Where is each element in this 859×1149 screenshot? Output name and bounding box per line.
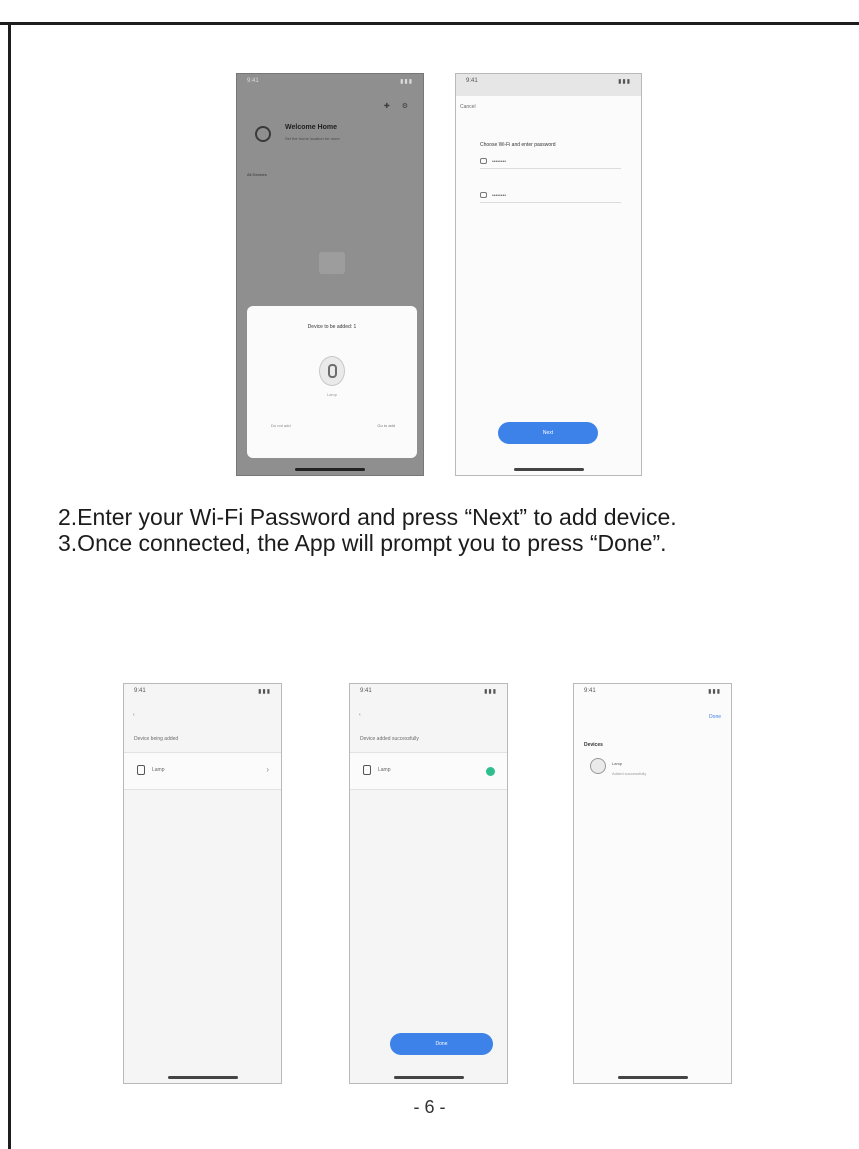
adding-hint: Device being added — [134, 736, 179, 742]
status-bar: 9:41 ▮▮▮ — [456, 74, 641, 96]
signal-icon: ▮▮▮ — [484, 689, 497, 695]
instruction-step-3: 3.Once connected, the App will prompt yo… — [58, 530, 667, 556]
popup-cancel-button: Do not add — [271, 423, 291, 428]
device-icon — [137, 765, 145, 775]
section-label: All Devices — [247, 172, 267, 177]
device-name: Lamp — [612, 761, 623, 766]
device-icon — [319, 356, 345, 386]
chevron-right-icon: › — [266, 765, 269, 774]
signal-icon: ▮▮▮ — [618, 79, 631, 85]
home-avatar-icon — [255, 126, 271, 142]
back-icon: ‹ — [133, 712, 135, 718]
page-top-rule — [0, 22, 859, 25]
wifi-icon — [480, 158, 487, 164]
home-indicator — [393, 1076, 464, 1079]
status-bar: 9:41 ▮▮▮ — [574, 684, 731, 698]
device-status: Added successfully — [612, 771, 647, 776]
home-indicator — [617, 1076, 688, 1079]
signal-icon: ▮▮▮ — [708, 689, 721, 695]
added-hint: Device added successfully — [360, 736, 419, 742]
wifi-ssid-value: •••••••• — [492, 159, 507, 165]
status-time: 9:41 — [584, 688, 596, 694]
home-subtitle: Set the home location for more — [285, 136, 340, 141]
empty-placeholder-icon — [319, 252, 345, 274]
device-found-popup: Device to be added: 1 Lamp Do not add Go… — [247, 306, 417, 458]
popup-device-name: Lamp — [326, 392, 337, 397]
home-indicator — [295, 468, 365, 471]
status-time: 9:41 — [360, 688, 372, 694]
popup-title: Device to be added: 1 — [307, 324, 357, 330]
next-button: Next — [498, 422, 598, 444]
home-indicator — [167, 1076, 238, 1079]
device-icon — [590, 758, 606, 774]
add-settings-icons: ✚ ⚙ — [383, 103, 413, 110]
instruction-step-2: 2.Enter your Wi-Fi Password and press “N… — [58, 504, 677, 530]
home-indicator — [513, 468, 584, 471]
lock-icon — [480, 192, 487, 198]
signal-icon: ▮▮▮ — [400, 79, 413, 85]
done-link: Done — [709, 714, 721, 720]
status-bar: 9:41 ▮▮▮ — [237, 74, 423, 88]
screenshot-adding-device: 9:41 ▮▮▮ ‹ Device being added Lamp › — [123, 683, 282, 1084]
signal-icon: ▮▮▮ — [258, 689, 271, 695]
wifi-password-field: •••••••• — [480, 190, 621, 203]
screenshot-device-added: 9:41 ▮▮▮ ‹ Device added successfully Lam… — [349, 683, 508, 1084]
done-button: Done — [390, 1033, 493, 1055]
screenshot-home-device-found: 9:41 ▮▮▮ ✚ ⚙ Welcome Home Set the home l… — [236, 73, 424, 476]
screenshot-device-list: 9:41 ▮▮▮ Done Devices Lamp Added success… — [573, 683, 732, 1084]
device-name: Lamp — [378, 767, 391, 773]
cancel-link: Cancel — [460, 104, 476, 110]
status-time: 9:41 — [247, 78, 259, 84]
popup-add-button: Go to add — [377, 423, 395, 428]
device-row: Lamp — [350, 752, 507, 790]
wifi-title: Choose Wi-Fi and enter password — [480, 142, 556, 148]
home-title: Welcome Home — [285, 124, 337, 131]
status-time: 9:41 — [466, 78, 478, 84]
screenshot-wifi-password: 9:41 ▮▮▮ Cancel Choose Wi-Fi and enter p… — [455, 73, 642, 476]
success-dot-icon — [486, 767, 495, 776]
page-left-rule — [8, 22, 11, 1149]
instructions: 2.Enter your Wi-Fi Password and press “N… — [58, 504, 818, 556]
device-name: Lamp — [152, 767, 165, 773]
status-time: 9:41 — [134, 688, 146, 694]
back-icon: ‹ — [359, 712, 361, 718]
device-icon — [363, 765, 371, 775]
page-number: - 6 - — [413, 1097, 446, 1117]
status-bar: 9:41 ▮▮▮ — [350, 684, 507, 698]
device-row: Lamp › — [124, 752, 281, 790]
status-bar: 9:41 ▮▮▮ — [124, 684, 281, 698]
wifi-ssid-field: •••••••• — [480, 156, 621, 169]
devices-section-title: Devices — [584, 742, 603, 748]
wifi-password-value: •••••••• — [492, 193, 507, 199]
